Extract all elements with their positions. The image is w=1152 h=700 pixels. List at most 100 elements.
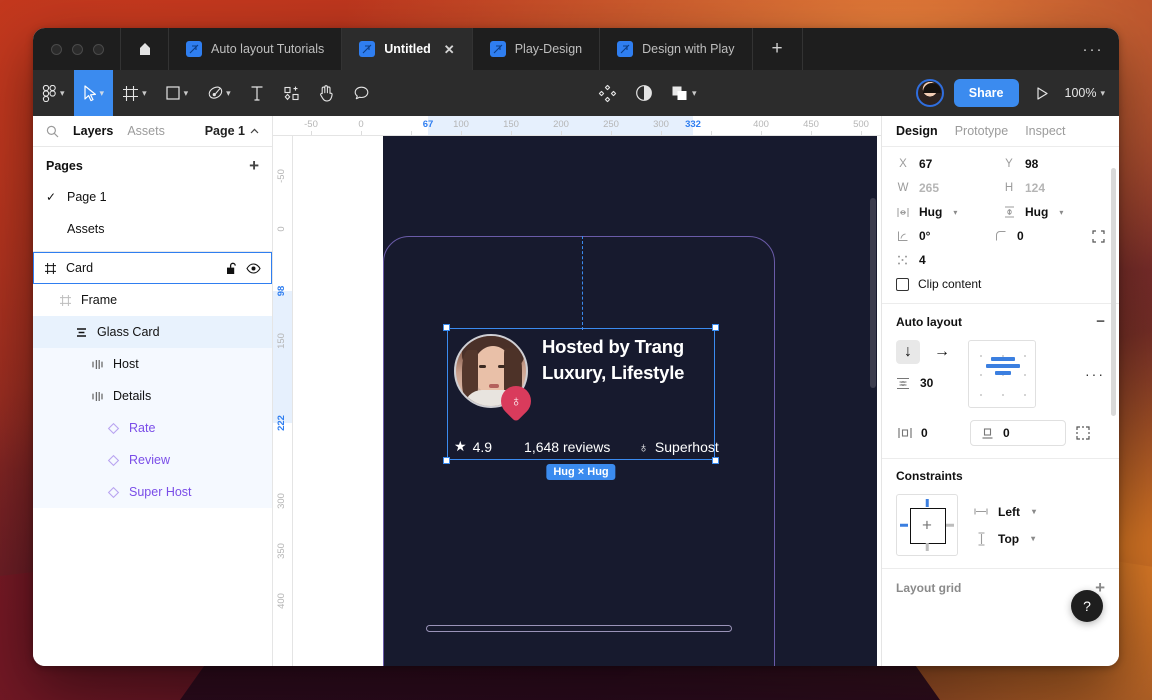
tab-design-with-play[interactable]: Design with Play bbox=[600, 28, 753, 70]
pen-tool-button[interactable]: ▾ bbox=[197, 70, 240, 116]
new-tab-button[interactable]: + bbox=[753, 28, 803, 70]
clip-content-row[interactable]: Clip content bbox=[896, 277, 1105, 291]
layer-item-host[interactable]: Host bbox=[33, 348, 272, 380]
height-field[interactable]: H 124 bbox=[1002, 181, 1100, 195]
y-value: 98 bbox=[1025, 157, 1039, 171]
hug-vertical-icon bbox=[1002, 206, 1016, 218]
dash-field[interactable]: 4 bbox=[896, 253, 994, 267]
direction-vertical-button[interactable]: ↓ bbox=[896, 340, 920, 364]
resize-handle-bottom-left[interactable] bbox=[443, 457, 450, 464]
add-page-button[interactable]: + bbox=[249, 157, 259, 174]
mask-button[interactable]: ▾ bbox=[662, 70, 706, 116]
zoom-window-button[interactable] bbox=[93, 43, 104, 55]
direction-horizontal-button[interactable]: → bbox=[930, 340, 954, 364]
position-size-section: X 67 Y 98 W 265 H 124 Hug ▾ Hug ▾ 0° 0 4… bbox=[882, 147, 1119, 304]
tab-layers[interactable]: Layers bbox=[73, 124, 113, 138]
layer-item-review[interactable]: Review bbox=[33, 444, 272, 476]
user-avatar[interactable] bbox=[915, 79, 944, 107]
layer-item-glass-card[interactable]: Glass Card bbox=[33, 316, 272, 348]
tab-inspect[interactable]: Inspect bbox=[1025, 124, 1065, 138]
horizontal-constraint-field[interactable]: Left ▾ bbox=[974, 505, 1036, 519]
auto-layout-more-button[interactable]: ··· bbox=[1085, 366, 1105, 382]
unlock-icon[interactable] bbox=[226, 262, 237, 275]
vertical-constraint-field[interactable]: Top ▾ bbox=[974, 532, 1036, 546]
layer-item-frame[interactable]: Frame bbox=[33, 284, 272, 316]
horizontal-padding-field[interactable]: 0 bbox=[896, 421, 960, 445]
frame-tool-button[interactable]: ▾ bbox=[113, 70, 156, 116]
resize-handle-bottom-right[interactable] bbox=[712, 457, 719, 464]
rating-value: 4.9 bbox=[472, 438, 493, 455]
tab-play-design[interactable]: Play-Design bbox=[473, 28, 601, 70]
reviews-value: 1,648 reviews bbox=[524, 438, 611, 455]
selection-size-badge: Hug × Hug bbox=[546, 464, 616, 480]
components-tool-button[interactable] bbox=[274, 70, 309, 116]
tab-design[interactable]: Design bbox=[896, 124, 938, 138]
layer-item-card[interactable]: Card bbox=[33, 252, 272, 284]
present-button[interactable] bbox=[1025, 70, 1059, 116]
move-tool-button[interactable]: ▾ bbox=[73, 70, 114, 116]
corner-radius-field[interactable]: 0 bbox=[994, 229, 1084, 243]
text-tool-button[interactable] bbox=[240, 70, 274, 116]
resize-handle-top-left[interactable] bbox=[443, 324, 450, 331]
alignment-picker[interactable] bbox=[968, 340, 1036, 408]
tab-assets[interactable]: Assets bbox=[127, 124, 165, 138]
independent-corners-icon bbox=[1092, 229, 1105, 243]
tab-auto-layout-tutorials[interactable]: Auto layout Tutorials bbox=[169, 28, 343, 70]
page-selector[interactable]: Page 1 bbox=[205, 124, 259, 138]
ruler-h-tick: 150 bbox=[503, 119, 519, 130]
layout-grid-title-row: Layout grid + bbox=[896, 579, 1105, 596]
horizontal-resizing-field[interactable]: Hug ▾ bbox=[896, 205, 994, 219]
constraint-marker-right[interactable] bbox=[946, 523, 954, 527]
constraint-marker-bottom[interactable] bbox=[925, 543, 929, 551]
layer-item-details[interactable]: Details bbox=[33, 380, 272, 412]
vertical-padding-field[interactable]: 0 bbox=[970, 420, 1066, 446]
alignment-guide-vertical bbox=[582, 236, 583, 330]
horizontal-ruler[interactable]: -50 0 67 100 150 200 250 300 332 400 450… bbox=[273, 116, 881, 136]
share-button[interactable]: Share bbox=[953, 79, 1019, 107]
help-button[interactable]: ? bbox=[1071, 590, 1103, 622]
layer-item-rate[interactable]: Rate bbox=[33, 412, 272, 444]
plugins-button[interactable] bbox=[589, 70, 626, 116]
hand-tool-button[interactable] bbox=[309, 70, 344, 116]
ruler-v-tick: 400 bbox=[276, 593, 287, 609]
minimize-window-button[interactable] bbox=[72, 43, 83, 55]
search-icon[interactable] bbox=[46, 125, 59, 138]
layer-label: Super Host bbox=[129, 485, 192, 499]
tab-prototype[interactable]: Prototype bbox=[955, 124, 1009, 138]
resize-handle-top-right[interactable] bbox=[712, 324, 719, 331]
comment-tool-button[interactable] bbox=[344, 70, 379, 116]
close-window-button[interactable] bbox=[51, 43, 62, 55]
constraints-picker[interactable]: + bbox=[896, 494, 958, 556]
canvas-vertical-scrollbar[interactable] bbox=[870, 198, 876, 388]
tab-untitled[interactable]: Untitled ✕ bbox=[342, 28, 473, 70]
clip-content-checkbox[interactable] bbox=[896, 277, 909, 291]
remove-auto-layout-button[interactable]: − bbox=[1096, 314, 1105, 329]
vertical-resizing-field[interactable]: Hug ▾ bbox=[1002, 205, 1100, 219]
independent-corners-button[interactable] bbox=[1092, 229, 1105, 243]
constraint-marker-left[interactable] bbox=[900, 523, 908, 527]
width-field[interactable]: W 265 bbox=[896, 181, 994, 195]
close-icon[interactable]: ✕ bbox=[444, 43, 455, 56]
tab-bar: Auto layout Tutorials Untitled ✕ Play-De… bbox=[33, 28, 1119, 70]
superhost-stat: ♁ Superhost bbox=[638, 439, 718, 455]
selected-card-node[interactable]: Hosted by Trang Luxury, Lifestyle ♁ ★ 4.… bbox=[443, 324, 719, 480]
constraint-marker-top[interactable] bbox=[925, 499, 929, 507]
vertical-ruler[interactable]: -50 0 98 150 222 300 350 400 bbox=[273, 136, 293, 666]
right-panel-scrollbar[interactable] bbox=[1111, 168, 1116, 416]
contrast-button[interactable] bbox=[626, 70, 662, 116]
home-button[interactable] bbox=[121, 28, 169, 70]
shape-tool-button[interactable]: ▾ bbox=[156, 70, 198, 116]
rotation-field[interactable]: 0° bbox=[896, 229, 986, 243]
layer-item-super-host[interactable]: Super Host bbox=[33, 476, 272, 508]
y-field[interactable]: Y 98 bbox=[1002, 157, 1100, 171]
x-field[interactable]: X 67 bbox=[896, 157, 994, 171]
page-item-page-1[interactable]: ✓ Page 1 bbox=[33, 181, 272, 213]
figma-menu-button[interactable]: ▾ bbox=[33, 70, 74, 116]
eye-icon[interactable] bbox=[246, 262, 261, 274]
design-canvas[interactable]: Hosted by Trang Luxury, Lifestyle ♁ ★ 4.… bbox=[293, 136, 881, 666]
page-item-assets[interactable]: Assets bbox=[33, 213, 272, 245]
tab-bar-more-icon[interactable]: ··· bbox=[1067, 28, 1119, 70]
zoom-level-control[interactable]: 100% ▾ bbox=[1059, 70, 1120, 116]
item-spacing-value[interactable]: 30 bbox=[920, 376, 933, 390]
individual-padding-button[interactable] bbox=[1076, 426, 1090, 440]
